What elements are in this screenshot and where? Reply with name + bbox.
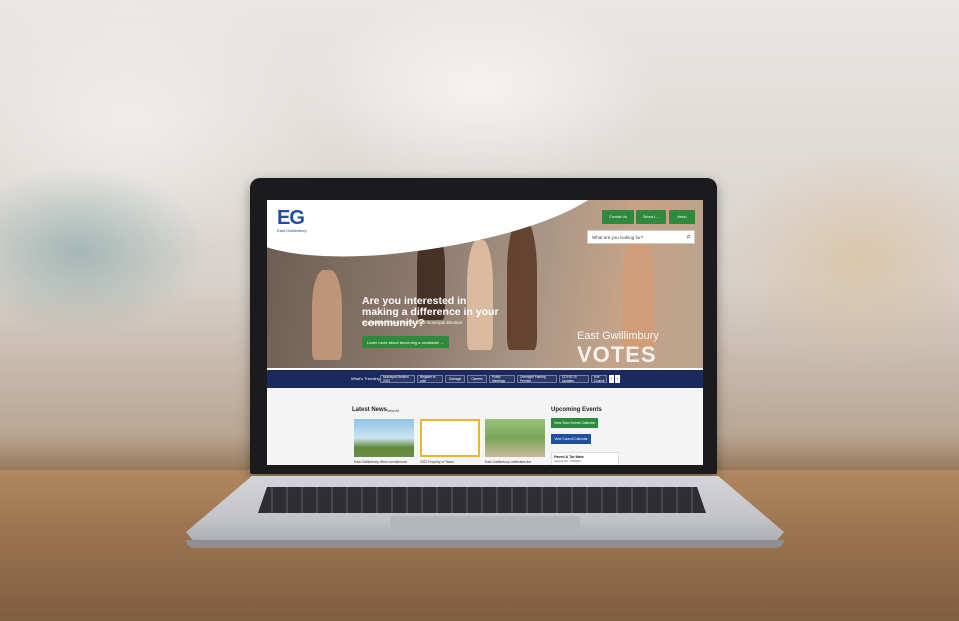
trending-item[interactable]: Live Council bbox=[591, 375, 607, 383]
hand-image bbox=[312, 270, 342, 360]
search-icon[interactable]: ⌕ bbox=[687, 233, 691, 241]
trending-item[interactable]: Municipal Election 2022 bbox=[380, 375, 415, 383]
laptop-screen: EG East Gwillimbury Contact Us Select L.… bbox=[267, 200, 703, 465]
trending-item[interactable]: Register to vote bbox=[417, 375, 443, 383]
laptop-lip bbox=[186, 540, 784, 548]
contact-us-button[interactable]: Contact Us bbox=[602, 210, 634, 224]
content-area bbox=[267, 388, 703, 465]
votes-badge-line1: East Gwillimbury bbox=[577, 330, 659, 342]
menu-button[interactable]: Menu bbox=[669, 210, 695, 224]
select-language-button[interactable]: Select L... bbox=[636, 210, 666, 224]
logo-subtitle: East Gwillimbury bbox=[277, 228, 307, 233]
hero-subtext: Registration is open for the 2022 munici… bbox=[362, 320, 463, 325]
hand-image bbox=[507, 220, 537, 350]
trending-label: What's Trending bbox=[351, 376, 380, 381]
votes-badge-line2: VOTES bbox=[577, 342, 657, 367]
trending-item[interactable]: Careers bbox=[467, 375, 487, 383]
prev-arrow-icon[interactable]: ‹ bbox=[609, 375, 614, 383]
next-arrow-icon[interactable]: › bbox=[615, 375, 620, 383]
laptop-trackpad bbox=[390, 516, 580, 533]
trending-item[interactable]: Garbage bbox=[445, 375, 465, 383]
become-candidate-button[interactable]: Learn more about becoming a candidate → bbox=[362, 336, 449, 348]
hand-image bbox=[467, 240, 493, 350]
site-logo[interactable]: EG East Gwillimbury bbox=[277, 208, 317, 240]
search-input[interactable]: What are you looking for? ⌕ bbox=[587, 230, 695, 244]
logo-text: EG bbox=[277, 207, 305, 229]
trending-item[interactable]: Public Meetings bbox=[489, 375, 515, 383]
laptop-keyboard bbox=[258, 487, 706, 513]
search-placeholder: What are you looking for? bbox=[592, 234, 644, 240]
trending-item[interactable]: COVID-19 Updates bbox=[559, 375, 589, 383]
trending-item[interactable]: Overnight Parking Permits bbox=[517, 375, 557, 383]
hero-banner: EG East Gwillimbury Contact Us Select L.… bbox=[267, 200, 703, 368]
trending-bar: What's Trending Municipal Election 2022 … bbox=[267, 370, 703, 388]
